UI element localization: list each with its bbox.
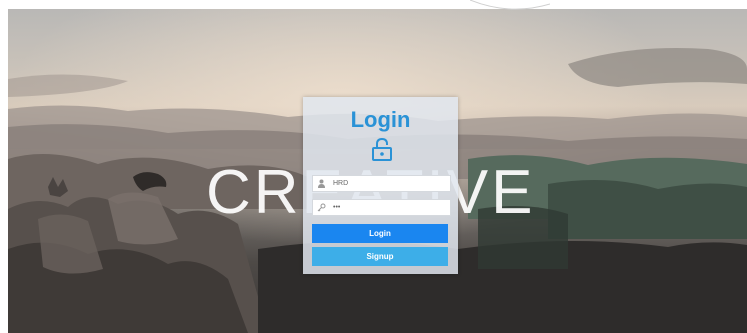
password-field[interactable] — [312, 199, 451, 216]
signup-button[interactable]: Signup — [312, 247, 448, 266]
username-input[interactable] — [333, 176, 448, 191]
key-icon — [317, 203, 326, 212]
decorative-curve — [470, 0, 550, 10]
login-title: Login — [350, 107, 411, 132]
lock-icon — [372, 137, 392, 161]
login-button[interactable]: Login — [312, 224, 448, 243]
username-field[interactable] — [312, 175, 451, 192]
password-input[interactable] — [333, 200, 448, 215]
user-icon — [318, 179, 325, 188]
